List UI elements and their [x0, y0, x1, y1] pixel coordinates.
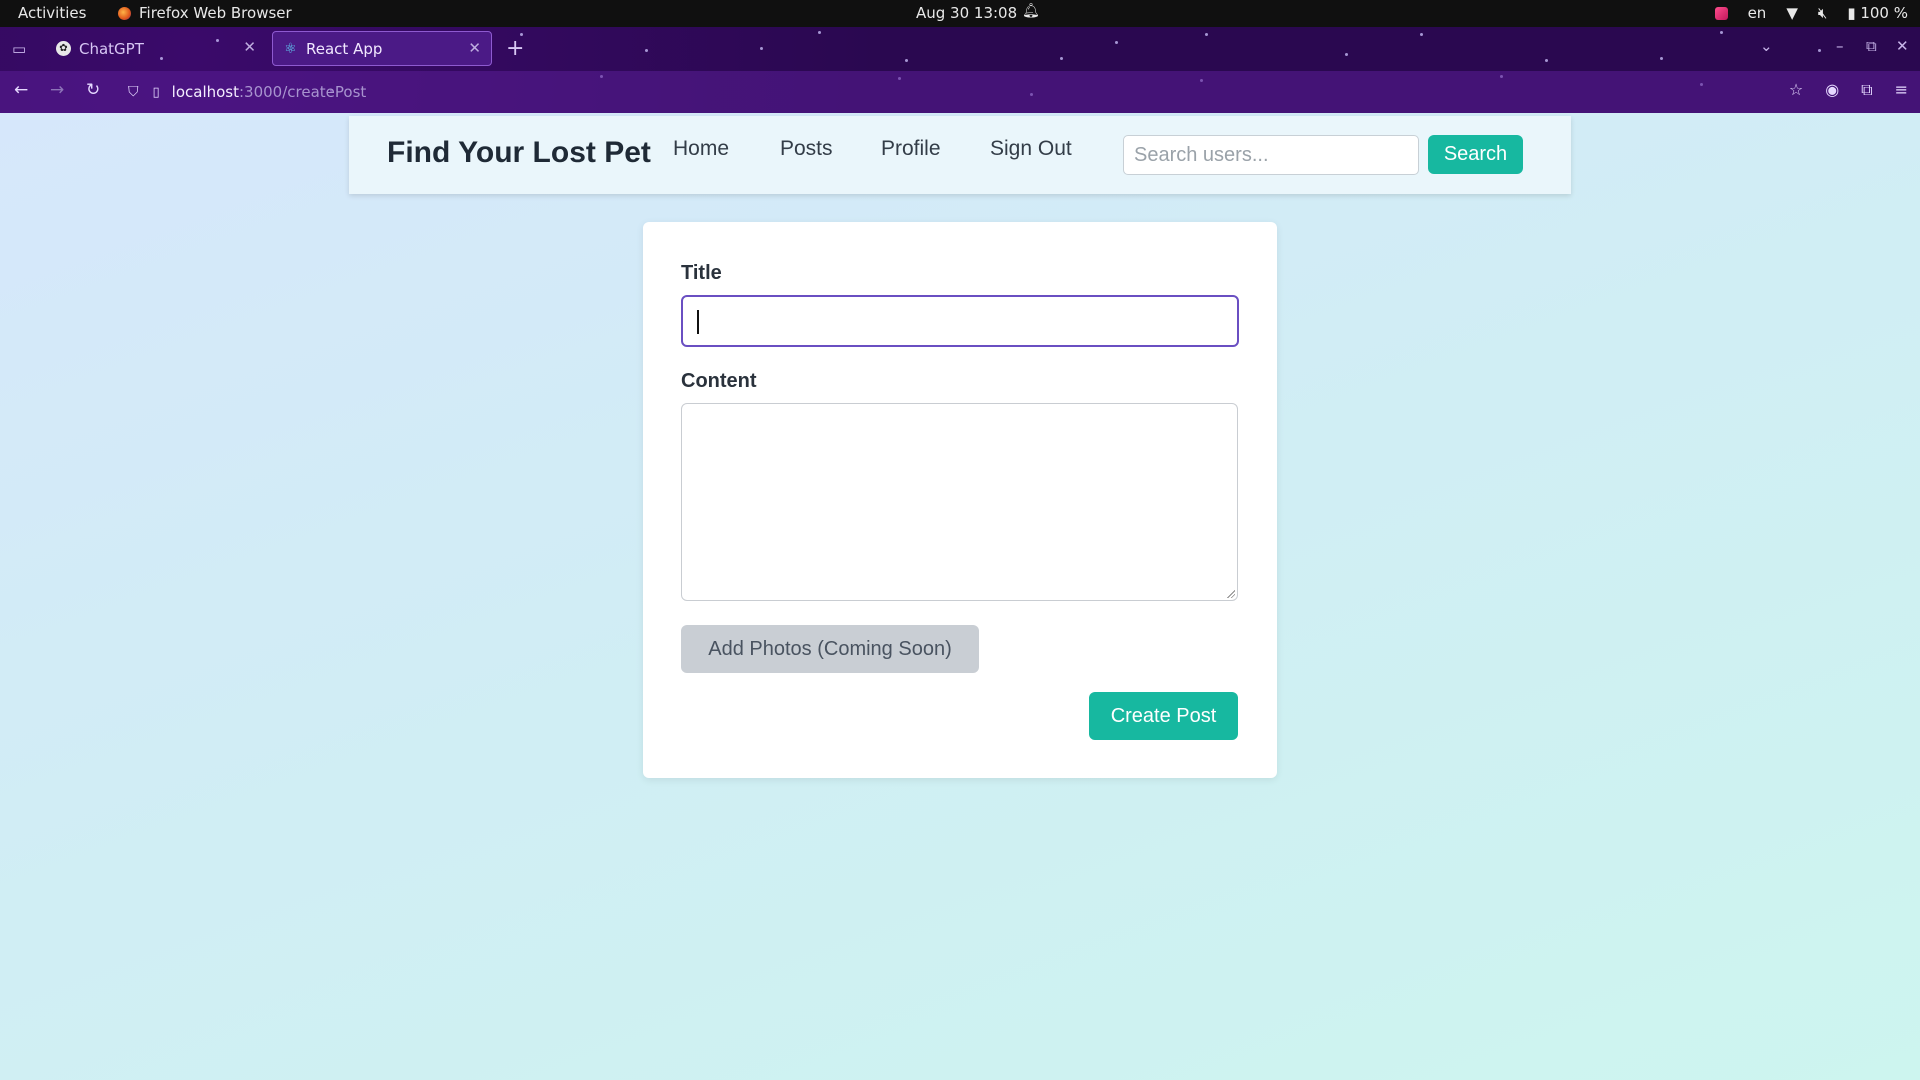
- navigation-toolbar: ← → ↻ ⛉ ▯ localhost:3000/createPost ☆ ◉ …: [0, 71, 1920, 113]
- extensions-icon[interactable]: ⧉: [1861, 80, 1872, 100]
- system-top-bar: Activities Firefox Web Browser Aug 30 13…: [0, 0, 1920, 27]
- brand-title[interactable]: Find Your Lost Pet: [387, 136, 651, 170]
- resize-handle-icon[interactable]: [1226, 589, 1235, 598]
- clock[interactable]: Aug 30 13:08: [916, 4, 1017, 22]
- page-info-icon[interactable]: ▯: [153, 85, 160, 100]
- create-post-button[interactable]: Create Post: [1089, 692, 1238, 740]
- content-label: Content: [681, 370, 757, 392]
- search-users-input[interactable]: [1123, 135, 1419, 175]
- tab-label: React App: [306, 39, 383, 58]
- account-icon[interactable]: ◉: [1825, 80, 1839, 100]
- wifi-icon: ▼: [1786, 4, 1798, 22]
- react-favicon-icon: ⚛: [284, 40, 297, 57]
- nav-link-posts[interactable]: Posts: [780, 137, 833, 161]
- menu-icon[interactable]: ≡: [1895, 80, 1908, 100]
- app-menu[interactable]: Firefox Web Browser: [118, 4, 292, 22]
- app-navbar: Find Your Lost Pet Home Posts Profile Si…: [349, 116, 1571, 194]
- firefox-icon: [118, 6, 131, 20]
- battery-indicator: ▮ 100 %: [1847, 4, 1908, 22]
- close-window-icon[interactable]: ✕: [1896, 37, 1909, 55]
- nav-link-profile[interactable]: Profile: [881, 137, 941, 161]
- close-tab-icon[interactable]: ✕: [243, 38, 256, 56]
- volume-muted-icon: 🔇︎: [1817, 4, 1828, 22]
- language-indicator[interactable]: en: [1748, 4, 1767, 22]
- tab-label: ChatGPT: [79, 39, 144, 58]
- firefox-view-icon[interactable]: ▭: [12, 40, 26, 58]
- search-button[interactable]: Search: [1428, 135, 1523, 174]
- title-input[interactable]: [681, 295, 1239, 347]
- battery-level: 100 %: [1860, 4, 1908, 22]
- browser-chrome: ▭ ✿ ChatGPT ✕ ⚛ React App ✕ + ⌄ – ⧉ ✕ ← …: [0, 27, 1920, 113]
- nav-link-sign-out[interactable]: Sign Out: [990, 137, 1072, 161]
- toolbar-right-icons: ☆ ◉ ⧉ ≡: [1789, 80, 1908, 100]
- page-viewport: Find Your Lost Pet Home Posts Profile Si…: [0, 113, 1920, 1080]
- url-bar[interactable]: ⛉ ▯ localhost:3000/createPost: [120, 75, 1780, 109]
- tab-strip: ▭ ✿ ChatGPT ✕ ⚛ React App ✕ + ⌄ – ⧉ ✕: [0, 27, 1920, 71]
- url-path: :3000/createPost: [239, 83, 367, 101]
- create-post-form: Title Content Add Photos (Coming Soon) C…: [643, 222, 1277, 778]
- list-all-tabs-icon[interactable]: ⌄: [1760, 37, 1773, 55]
- minimize-icon[interactable]: –: [1836, 37, 1844, 55]
- bookmark-star-icon[interactable]: ☆: [1789, 80, 1803, 100]
- forward-icon[interactable]: →: [50, 80, 64, 100]
- restore-icon[interactable]: ⧉: [1866, 37, 1877, 55]
- text-caret: [697, 310, 699, 334]
- tracking-shield-icon[interactable]: ⛉: [128, 84, 139, 100]
- system-tray[interactable]: en ▼ 🔇︎ ▮ 100 %: [1714, 4, 1908, 22]
- content-textarea[interactable]: [681, 403, 1238, 601]
- close-tab-icon[interactable]: ✕: [468, 39, 481, 57]
- new-tab-button[interactable]: +: [506, 36, 524, 61]
- title-label: Title: [681, 262, 722, 284]
- activities-button[interactable]: Activities: [18, 4, 86, 22]
- url-host: localhost: [171, 83, 239, 101]
- notification-bell-icon: 🔔︎: [1022, 3, 1040, 19]
- add-photos-button: Add Photos (Coming Soon): [681, 625, 979, 673]
- nav-link-home[interactable]: Home: [673, 137, 729, 161]
- tray-app-icon: [1714, 6, 1728, 20]
- tab-react-app[interactable]: ⚛ React App ✕: [272, 31, 492, 66]
- reload-icon[interactable]: ↻: [86, 80, 100, 100]
- tab-chatgpt[interactable]: ✿ ChatGPT ✕: [46, 31, 266, 66]
- app-name: Firefox Web Browser: [139, 4, 292, 22]
- chatgpt-favicon-icon: ✿: [56, 41, 71, 56]
- back-icon[interactable]: ←: [14, 80, 28, 100]
